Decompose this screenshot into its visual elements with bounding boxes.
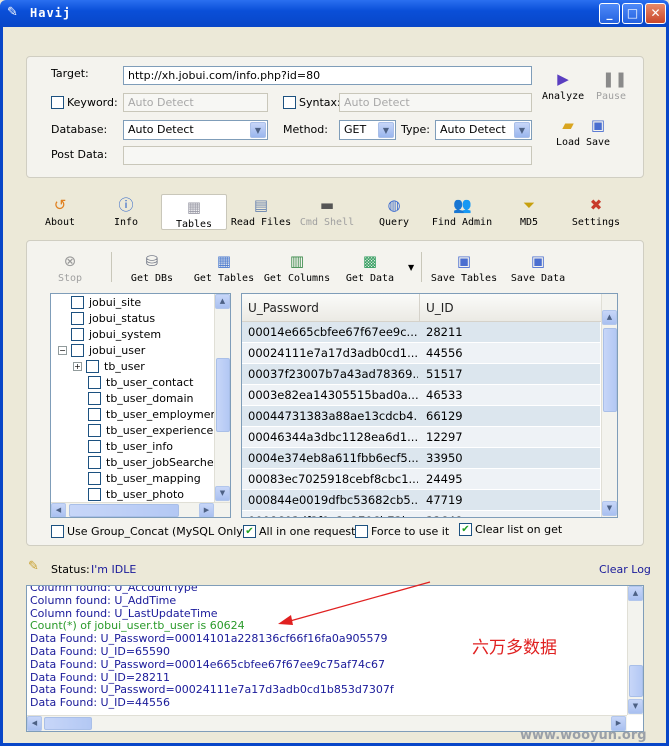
annotation-arrow	[278, 581, 431, 625]
watermark: www.wooyun.org	[520, 728, 647, 743]
annotation-text: 六万多数据	[472, 638, 557, 658]
